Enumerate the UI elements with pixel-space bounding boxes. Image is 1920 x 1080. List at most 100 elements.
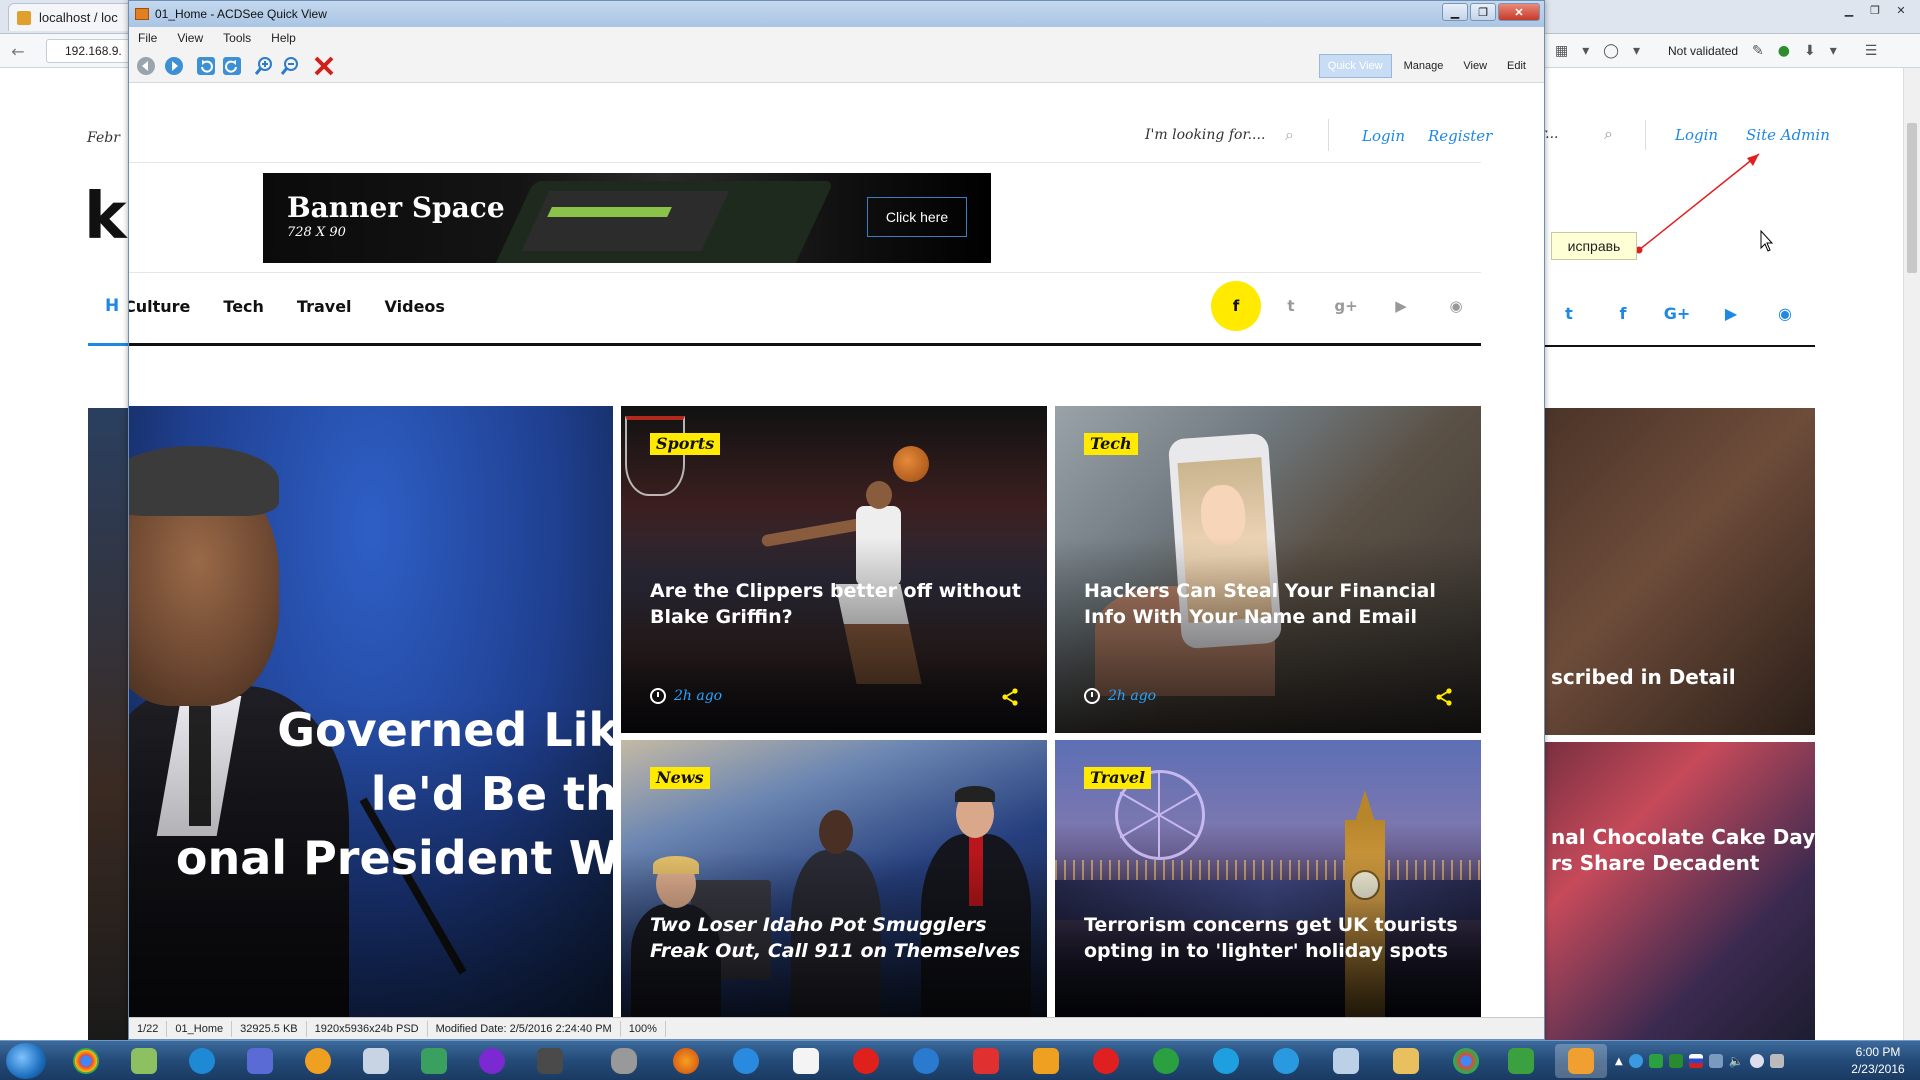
language-flag-icon[interactable] <box>1688 1054 1703 1068</box>
article-card-news[interactable]: News Two Loser Idaho Pot Smugglers Freak… <box>621 740 1047 1019</box>
download-icon[interactable]: ⬇ <box>1804 43 1816 59</box>
hero-title[interactable]: Governed Like le'd Be the onal President… <box>129 698 613 890</box>
article-title[interactable]: Hackers Can Steal Your Financial Info Wi… <box>1084 578 1464 630</box>
tray-app-icon[interactable] <box>1769 1054 1784 1068</box>
close-icon[interactable]: ✕ <box>1888 0 1914 20</box>
opera-taskbar-icon[interactable] <box>840 1044 892 1078</box>
google-plus-icon[interactable]: G+ <box>1664 300 1691 326</box>
search-placeholder[interactable]: I'm looking for.... <box>1145 127 1265 143</box>
category-badge[interactable]: Tech <box>1084 433 1138 455</box>
rotate-left-icon[interactable] <box>195 55 217 77</box>
tray-app-icon[interactable] <box>1628 1054 1643 1068</box>
tray-expand-icon[interactable]: ▲ <box>1615 1056 1623 1067</box>
category-badge[interactable]: Travel <box>1084 767 1152 789</box>
tray-app-icon[interactable] <box>1668 1054 1683 1068</box>
login-link[interactable]: Login <box>1362 127 1405 145</box>
close-icon[interactable]: ✕ <box>1498 3 1540 21</box>
volume-icon[interactable]: 🔈 <box>1729 1054 1744 1068</box>
skype2-taskbar-icon[interactable] <box>1200 1044 1252 1078</box>
edit-icon[interactable]: ✎ <box>1752 43 1764 59</box>
nav-item-videos[interactable]: Videos <box>385 297 445 316</box>
goggles-taskbar-icon[interactable] <box>598 1044 650 1078</box>
site-admin-link[interactable]: Site Admin <box>1746 126 1830 144</box>
back-arrow-icon[interactable]: ← <box>8 41 28 61</box>
sublime-taskbar-icon[interactable] <box>524 1044 576 1078</box>
hangouts-taskbar-icon[interactable] <box>1495 1044 1547 1078</box>
article-title[interactable]: Two Loser Idaho Pot Smugglers Freak Out,… <box>650 912 1030 964</box>
article-card-travel[interactable]: Travel Terrorism concerns get UK tourist… <box>1055 740 1481 1019</box>
category-badge[interactable]: News <box>650 767 710 789</box>
next-icon[interactable] <box>163 55 185 77</box>
menu-file[interactable]: File <box>138 31 157 45</box>
acdsee-taskbar-icon[interactable] <box>1555 1044 1607 1078</box>
anydesk-taskbar-icon[interactable] <box>1080 1044 1132 1078</box>
calculator-taskbar-icon[interactable] <box>350 1044 402 1078</box>
maximize-icon[interactable]: ❐ <box>1470 3 1496 21</box>
menu-icon[interactable]: ☰ <box>1865 43 1878 59</box>
bg-card-right-bottom-title-line2[interactable]: rs Share Decadent <box>1551 850 1759 876</box>
ie-taskbar-icon[interactable] <box>720 1044 772 1078</box>
bg-hero-card-edge[interactable] <box>88 408 128 1040</box>
vivaldi-taskbar-icon[interactable] <box>960 1044 1012 1078</box>
browser-scrollbar[interactable] <box>1903 68 1920 1040</box>
zoom-out-icon[interactable] <box>279 55 301 77</box>
article-title[interactable]: Terrorism concerns get UK tourists optin… <box>1084 912 1464 964</box>
nav-item-travel[interactable]: Travel <box>297 297 352 316</box>
facebook-icon[interactable]: f <box>1610 300 1636 326</box>
bg-card-right-top-title[interactable]: scribed in Detail <box>1551 664 1736 690</box>
facebook-icon[interactable]: f <box>1211 281 1261 331</box>
bg-card-right-top[interactable]: scribed in Detail <box>1545 408 1815 735</box>
hero-card[interactable]: Governed Like le'd Be the onal President… <box>129 406 613 1019</box>
scrollbar-thumb[interactable] <box>1907 123 1917 273</box>
save-taskbar-icon[interactable] <box>234 1044 286 1078</box>
mode-quick-view[interactable]: Quick View <box>1318 54 1392 78</box>
register-link[interactable]: Register <box>1428 127 1492 145</box>
bg-card-right-bottom-title-line1[interactable]: nal Chocolate Cake Day! <box>1551 824 1815 850</box>
system-clock[interactable]: 6:00 PM 2/23/2016 <box>1846 1044 1910 1078</box>
rss-icon[interactable]: ◉ <box>1772 300 1798 326</box>
google-plus-icon[interactable]: g+ <box>1321 281 1371 331</box>
delete-icon[interactable] <box>313 55 335 77</box>
start-button[interactable] <box>6 1043 46 1079</box>
bg-card-right-bottom[interactable]: nal Chocolate Cake Day! rs Share Decaden… <box>1545 742 1815 1040</box>
acdsee-titlebar[interactable]: 01_Home - ACDSee Quick View ▁ ❐ ✕ <box>129 1 1544 27</box>
login-link[interactable]: Login <box>1675 126 1718 144</box>
dropdown-icon[interactable]: ▾ <box>1830 43 1837 59</box>
previous-icon[interactable] <box>135 55 157 77</box>
minimize-icon[interactable]: ▁ <box>1836 0 1862 20</box>
minimize-icon[interactable]: ▁ <box>1442 3 1468 21</box>
chrome-taskbar-icon[interactable] <box>60 1044 112 1078</box>
notepad-taskbar-icon[interactable] <box>118 1044 170 1078</box>
status-circle-icon[interactable]: ◯ <box>1603 43 1619 59</box>
nav-item-tech[interactable]: Tech <box>223 297 264 316</box>
extension-badge-icon[interactable]: ● <box>1778 43 1790 59</box>
share-icon[interactable] <box>1001 688 1019 706</box>
app-taskbar-icon[interactable] <box>1020 1044 1072 1078</box>
nav-item-culture[interactable]: Culture <box>129 297 190 316</box>
mode-view[interactable]: View <box>1455 55 1495 77</box>
annotation-note[interactable]: исправь <box>1551 232 1637 260</box>
menu-help[interactable]: Help <box>271 31 296 45</box>
tray-app-icon[interactable] <box>1648 1054 1663 1068</box>
youtube-icon[interactable]: ▶ <box>1718 300 1744 326</box>
notes-taskbar-icon[interactable] <box>1320 1044 1372 1078</box>
share-icon[interactable] <box>1435 688 1453 706</box>
twitter-icon[interactable]: t <box>1266 281 1316 331</box>
youtube-icon[interactable]: ▶ <box>1376 281 1426 331</box>
edge-taskbar-icon[interactable] <box>900 1044 952 1078</box>
menu-view[interactable]: View <box>177 31 203 45</box>
menu-tools[interactable]: Tools <box>223 31 251 45</box>
s-app-taskbar-icon[interactable] <box>1140 1044 1192 1078</box>
telegram-taskbar-icon[interactable] <box>1260 1044 1312 1078</box>
mode-edit[interactable]: Edit <box>1499 55 1534 77</box>
explorer-taskbar-icon[interactable] <box>1380 1044 1432 1078</box>
article-card-tech[interactable]: Tech Hackers Can Steal Your Financial In… <box>1055 406 1481 733</box>
rotate-right-icon[interactable] <box>221 55 243 77</box>
category-badge[interactable]: Sports <box>650 433 721 455</box>
yandex-taskbar-icon[interactable] <box>780 1044 832 1078</box>
media-taskbar-icon[interactable] <box>466 1044 518 1078</box>
tray-app-icon[interactable] <box>1708 1054 1723 1068</box>
maximize-icon[interactable]: ❐ <box>1862 0 1888 20</box>
article-card-sports[interactable]: Sports Are the Clippers better off witho… <box>621 406 1047 733</box>
skype-taskbar-icon[interactable] <box>176 1044 228 1078</box>
